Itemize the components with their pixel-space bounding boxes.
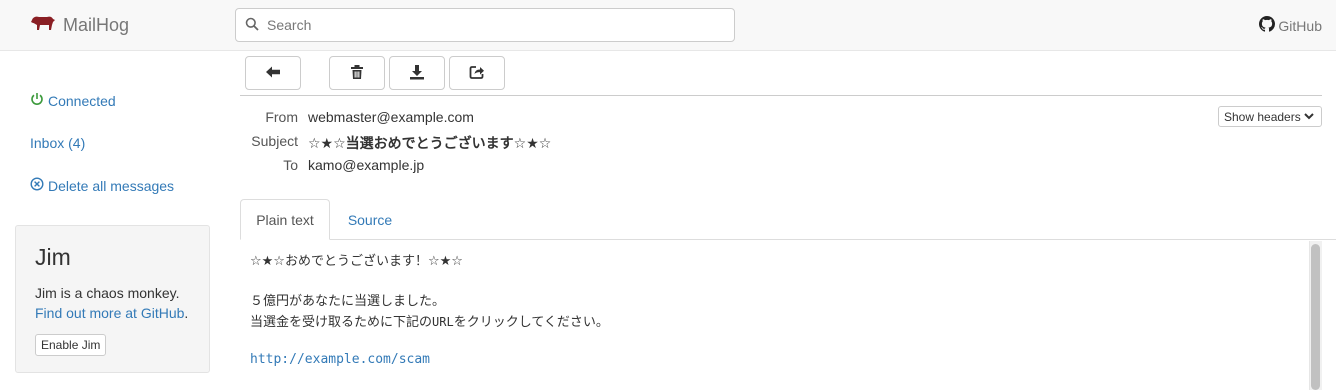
sidebar: Connected Inbox (4) Delete all messages … <box>0 51 225 390</box>
show-headers-label: Show headers <box>1224 109 1301 124</box>
download-button[interactable] <box>389 56 445 90</box>
github-link[interactable]: GitHub <box>1259 16 1322 35</box>
subject-row: Subject ☆★☆当選おめでとうございます☆★☆ <box>240 133 551 153</box>
power-icon <box>30 92 44 109</box>
download-icon <box>409 64 425 83</box>
delete-button[interactable] <box>329 56 385 90</box>
search-input[interactable] <box>267 10 734 40</box>
to-value: kamo@example.jp <box>308 157 425 173</box>
jim-link-suffix: . <box>184 305 189 321</box>
body-line: ☆★☆おめでとうございます！☆★☆ <box>250 254 463 269</box>
connection-status[interactable]: Connected <box>30 92 116 109</box>
jim-github-link[interactable]: Find out more at GitHub <box>35 305 184 321</box>
mailhog-logo-icon <box>30 14 56 37</box>
search-box[interactable] <box>235 8 735 42</box>
tab-plain-text[interactable]: Plain text <box>240 199 330 240</box>
top-navbar: MailHog GitHub <box>0 0 1336 51</box>
search-icon <box>245 17 267 34</box>
body-url-word: URL <box>432 315 454 329</box>
release-button[interactable] <box>449 56 505 90</box>
body-scrollbar-thumb[interactable] <box>1311 244 1320 390</box>
body-line: 当選金を受け取るために下記のURLをクリックしてください。 <box>250 311 609 330</box>
tab-source-label: Source <box>347 211 393 228</box>
to-label: To <box>283 157 298 173</box>
scam-link[interactable]: http://example.com/scam <box>250 352 430 367</box>
delete-all-link[interactable]: Delete all messages <box>30 177 174 194</box>
back-button[interactable] <box>245 56 301 90</box>
brand[interactable]: MailHog <box>30 14 129 36</box>
jim-description-text: Jim is a chaos monkey. <box>35 285 180 301</box>
subject-value: ☆★☆当選おめでとうございます☆★☆ <box>308 135 552 151</box>
connected-label: Connected <box>48 92 116 109</box>
share-icon <box>469 64 485 83</box>
remove-circle-icon <box>30 177 44 194</box>
back-arrow-icon <box>265 64 281 83</box>
body-line-text: 当選金を受け取るために下記の <box>250 315 433 330</box>
toolbar-divider <box>240 95 1322 96</box>
message-body: ☆★☆おめでとうございます！☆★☆ ５億円があなたに当選しました。 当選金を受け… <box>240 240 1322 390</box>
tab-source[interactable]: Source <box>333 199 407 240</box>
trash-icon <box>349 64 365 83</box>
body-line: ５億円があなたに当選しました。 <box>250 294 446 309</box>
inbox-label: Inbox (4) <box>30 135 86 151</box>
inbox-link[interactable]: Inbox (4) <box>30 135 85 151</box>
from-row: From webmaster@example.com <box>240 109 474 129</box>
enable-jim-button[interactable]: Enable Jim <box>35 334 107 356</box>
show-headers-button[interactable]: Show headers <box>1218 106 1322 127</box>
jim-more-line: Find out more at GitHub. <box>35 303 190 323</box>
github-icon <box>1259 16 1276 35</box>
brand-name: MailHog <box>63 14 130 35</box>
subject-label: Subject <box>251 133 298 149</box>
from-value: webmaster@example.com <box>308 109 474 125</box>
from-label: From <box>265 109 298 125</box>
jim-title: Jim <box>35 244 71 270</box>
to-row: To kamo@example.jp <box>240 157 424 177</box>
body-line-text: をクリックしてください。 <box>453 315 609 330</box>
chevron-down-icon <box>1304 110 1314 124</box>
jim-panel: Jim Jim is a chaos monkey. Find out more… <box>15 225 210 373</box>
delete-all-label: Delete all messages <box>48 177 175 194</box>
tab-plain-text-label: Plain text <box>256 211 314 228</box>
jim-description: Jim is a chaos monkey. Find out more at … <box>35 283 190 323</box>
github-label: GitHub <box>1278 17 1322 34</box>
